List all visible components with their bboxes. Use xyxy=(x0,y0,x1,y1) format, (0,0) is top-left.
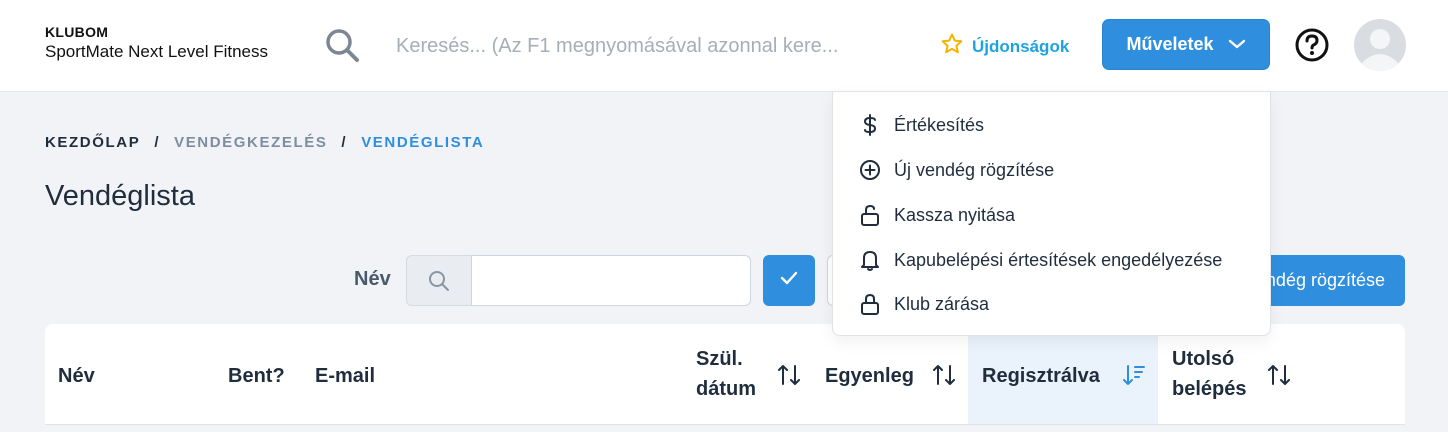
column-header-birth-date[interactable]: Szül. dátum xyxy=(696,344,756,404)
name-filter-input[interactable] xyxy=(471,255,751,306)
column-header-last-line1: Utolsó xyxy=(1172,348,1235,370)
page-title: Vendéglista xyxy=(45,180,195,212)
sort-icon[interactable] xyxy=(1266,362,1292,393)
menu-item-label: Értékesítés xyxy=(894,114,985,135)
breadcrumb-section[interactable]: VENDÉGKEZELÉS xyxy=(174,134,327,151)
chevron-down-icon xyxy=(1228,34,1246,55)
actions-dropdown-menu: Értékesítés Új vendég rögzítése Kassza n… xyxy=(832,91,1271,336)
club-caption: KLUBOM xyxy=(45,24,109,40)
menu-item-label: Kassza nyitása xyxy=(894,204,1016,225)
top-header: KLUBOM SportMate Next Level Fitness Újdo… xyxy=(0,0,1448,92)
check-icon xyxy=(778,267,800,294)
star-icon xyxy=(940,32,964,61)
menu-item-sales[interactable]: Értékesítés xyxy=(833,103,1270,147)
column-header-last-line2: belépés xyxy=(1172,378,1247,400)
apply-filter-button[interactable] xyxy=(763,255,815,306)
column-header-registered[interactable]: Regisztrálva xyxy=(982,361,1100,391)
breadcrumb-current: VENDÉGLISTA xyxy=(361,134,485,151)
name-filter-search-icon xyxy=(406,255,472,306)
actions-button[interactable]: Műveletek xyxy=(1102,19,1270,70)
breadcrumb-separator: / xyxy=(341,134,348,151)
plus-circle-icon xyxy=(858,158,882,182)
menu-item-label: Új vendég rögzítése xyxy=(894,159,1055,180)
menu-item-enable-gate-notifications[interactable]: Kapubelépési értesítések engedélyezése xyxy=(833,238,1270,282)
column-header-name[interactable]: Név xyxy=(58,361,95,391)
menu-item-new-guest[interactable]: Új vendég rögzítése xyxy=(833,148,1270,192)
help-icon[interactable] xyxy=(1294,27,1330,63)
breadcrumb-home[interactable]: KEZDŐLAP xyxy=(45,134,140,151)
menu-item-label: Klub zárása xyxy=(894,293,990,314)
column-header-birth-line1: Szül. xyxy=(696,348,743,370)
column-header-email: E-mail xyxy=(315,365,376,387)
breadcrumb: KEZDŐLAP / VENDÉGKEZELÉS / VENDÉGLISTA xyxy=(45,134,484,151)
menu-item-close-club[interactable]: Klub zárása xyxy=(833,282,1270,326)
global-search-input[interactable] xyxy=(396,26,916,66)
sort-icon[interactable] xyxy=(776,362,802,393)
lock-icon xyxy=(858,292,882,316)
actions-label: Műveletek xyxy=(1126,34,1214,54)
menu-item-label: Kapubelépési értesítések engedélyezése xyxy=(894,249,1223,270)
club-name[interactable]: SportMate Next Level Fitness xyxy=(45,42,268,62)
column-header-inside: Bent? xyxy=(228,365,285,387)
breadcrumb-separator: / xyxy=(154,134,161,151)
column-header-last-entry[interactable]: Utolsó belépés xyxy=(1172,344,1246,404)
column-header-balance[interactable]: Egyenleg xyxy=(825,361,914,391)
bell-icon xyxy=(858,248,882,272)
column-header-birth-line2: dátum xyxy=(696,378,756,400)
club-info: KLUBOM SportMate Next Level Fitness xyxy=(45,22,268,62)
unlock-icon xyxy=(858,203,882,227)
dollar-icon xyxy=(858,113,882,137)
search-icon[interactable] xyxy=(322,25,362,65)
news-label: Újdonságok xyxy=(972,36,1070,56)
news-link[interactable]: Újdonságok xyxy=(940,32,1069,61)
sort-descending-icon[interactable] xyxy=(1122,362,1146,393)
table-divider xyxy=(45,424,1405,432)
name-filter-label: Név xyxy=(354,268,391,290)
menu-item-open-register[interactable]: Kassza nyitása xyxy=(833,193,1270,237)
sort-icon[interactable] xyxy=(931,362,957,393)
user-avatar[interactable] xyxy=(1354,19,1406,71)
